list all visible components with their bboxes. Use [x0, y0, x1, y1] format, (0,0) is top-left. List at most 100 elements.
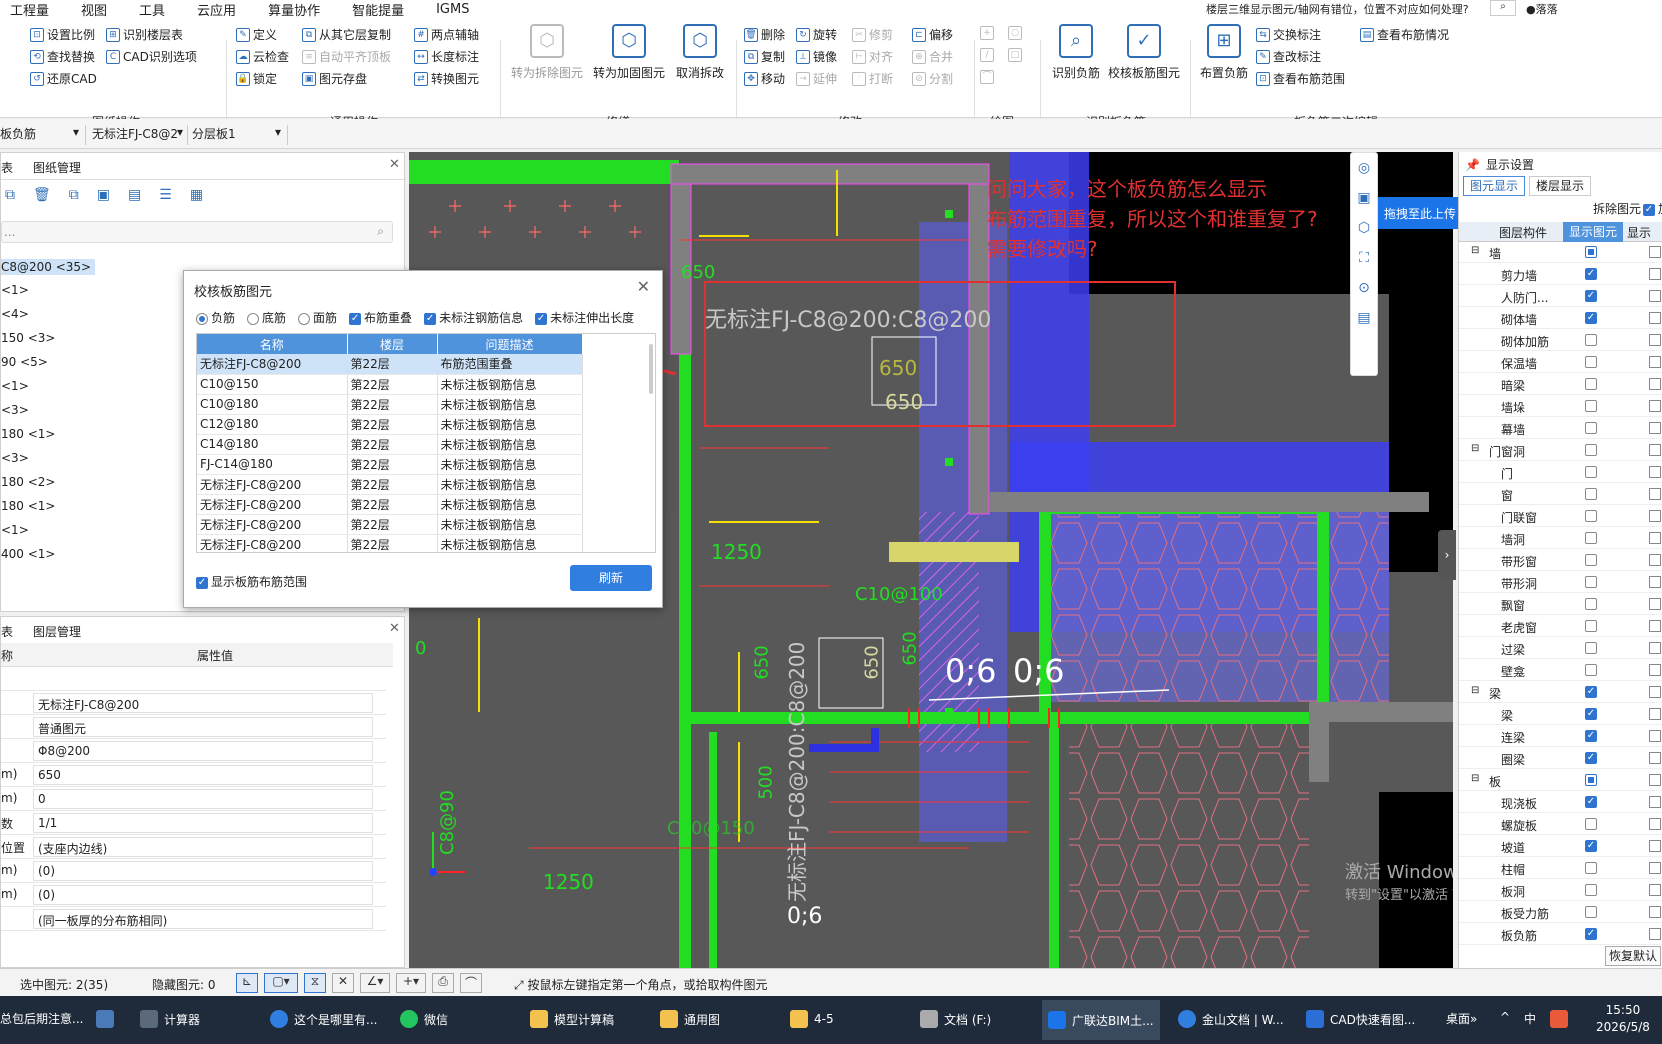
table-row[interactable]: 无标注FJ-C8@200 第22层 布筋范围重叠 — [197, 354, 583, 375]
display-checkbox-2[interactable] — [1649, 708, 1661, 720]
demolish-filter[interactable]: 拆除图元 — [1593, 200, 1641, 217]
display-checkbox[interactable]: ✓ — [1585, 312, 1597, 324]
notes-icon[interactable]: ▤ — [1351, 303, 1377, 333]
display-checkbox[interactable] — [1585, 554, 1597, 566]
tree-row[interactable]: 墙洞 — [1459, 528, 1662, 549]
taskbar-item[interactable]: CAD快速看图... — [1306, 1010, 1415, 1028]
display-checkbox-2[interactable] — [1649, 642, 1661, 654]
cross-icon[interactable]: ✕ — [332, 973, 354, 993]
collapse-panel-button[interactable]: › — [1438, 530, 1456, 580]
tree-row[interactable]: 门联窗 — [1459, 506, 1662, 527]
display-checkbox-2[interactable] — [1649, 906, 1661, 918]
split-button[interactable]: ⊘ 分割 — [912, 70, 953, 87]
tab-layer-management[interactable]: 图层管理 — [33, 623, 81, 640]
display-checkbox-2[interactable] — [1649, 290, 1661, 302]
tab-drawing-management[interactable]: 图纸管理 — [33, 159, 81, 176]
aux-axis-button[interactable]: # 两点辅轴 — [414, 26, 479, 43]
table-row[interactable]: 无标注FJ-C8@200 第22层 未标注板钢筋信息 — [197, 534, 583, 552]
taskbar-item[interactable]: 计算器 — [140, 1010, 200, 1028]
tree-row[interactable]: 板洞 — [1459, 880, 1662, 901]
edit-annotation-button[interactable]: ✎ 查改标注 — [1256, 48, 1321, 65]
move-button[interactable]: ✥ 移动 — [744, 70, 785, 87]
search-input[interactable]: ... ⌕ — [1, 221, 393, 243]
view-rebar-range-button[interactable]: ⊡ 查看布筋范围 — [1256, 70, 1345, 87]
list-item[interactable]: 400 <1> — [1, 547, 55, 561]
table-row[interactable]: C12@180 第22层 未标注板钢筋信息 — [197, 414, 583, 435]
taskbar-item[interactable]: 金山文档 | W... — [1178, 1010, 1284, 1028]
layer-icon[interactable]: ▣ — [1351, 183, 1377, 213]
display-checkbox[interactable] — [1585, 884, 1597, 896]
layer-select[interactable]: 分层板1 ▾ — [192, 125, 288, 145]
display-checkbox[interactable] — [1585, 444, 1597, 456]
taskbar-item[interactable]: 文档 (F:) — [920, 1010, 991, 1028]
desktop-button[interactable]: 桌面 » — [1446, 1010, 1477, 1027]
menu-item-cloud[interactable]: 云应用 — [197, 0, 236, 19]
display-checkbox[interactable] — [1585, 466, 1597, 478]
taskbar-item[interactable]: 通用图 — [660, 1010, 720, 1028]
property-row[interactable]: 无标注FJ-C8@200 — [1, 691, 386, 715]
tree-row[interactable]: 砌体墙 ✓ — [1459, 308, 1662, 329]
tree-row[interactable]: 砌体加筋 — [1459, 330, 1662, 351]
display-checkbox[interactable] — [1585, 356, 1597, 368]
reinforce-filter[interactable]: ✓加 — [1643, 200, 1662, 217]
new-icon[interactable]: ⧉ — [5, 187, 15, 203]
display-checkbox-2[interactable] — [1649, 268, 1661, 280]
tree-row[interactable]: 带形洞 — [1459, 572, 1662, 593]
taskbar-item[interactable]: 4-5 — [790, 1010, 834, 1028]
taskbar-item[interactable]: 总包后期注意... — [0, 1010, 83, 1027]
property-row[interactable]: 普通图元 — [1, 715, 386, 739]
restore-cad-button[interactable]: ↺ 还原CAD — [30, 70, 97, 87]
display-checkbox[interactable] — [1585, 906, 1597, 918]
table-row[interactable]: C14@180 第22层 未标注板钢筋信息 — [197, 434, 583, 455]
display-checkbox[interactable] — [1585, 664, 1597, 676]
tree-row[interactable]: 幕墙 — [1459, 418, 1662, 439]
display-checkbox[interactable] — [1585, 378, 1597, 390]
list-item[interactable]: <1> — [1, 283, 29, 297]
display-checkbox-2[interactable] — [1649, 598, 1661, 610]
table-row[interactable]: 无标注FJ-C8@200 第22层 未标注板钢筋信息 — [197, 474, 583, 495]
length-dim-button[interactable]: ↔ 长度标注 — [414, 48, 479, 65]
tree-row[interactable]: 剪力墙 ✓ — [1459, 264, 1662, 285]
merge-button[interactable]: ⊕ 合并 — [912, 48, 953, 65]
pin-icon[interactable]: 📌 — [1465, 158, 1480, 172]
display-checkbox-2[interactable] — [1649, 510, 1661, 522]
taskbar-item-icon-only[interactable] — [96, 1010, 120, 1028]
list-item[interactable]: <1> — [1, 523, 29, 537]
delete-button[interactable]: 🗑 删除 — [744, 26, 785, 43]
rotate-button[interactable]: ↻ 旋转 — [796, 26, 837, 43]
search-icon[interactable]: ⌕ — [1490, 0, 1516, 16]
collapse-icon[interactable]: ⊟ — [1471, 773, 1479, 784]
tree-row[interactable]: ⊟ 墙 — [1459, 242, 1662, 263]
view-rebar-status-button[interactable]: ▤ 查看布筋情况 — [1360, 26, 1449, 43]
tab-floor-display[interactable]: 楼层显示 — [1529, 176, 1591, 196]
tray-up-icon[interactable]: ^ — [1500, 1010, 1510, 1024]
extend-button[interactable]: → 延伸 — [796, 70, 837, 87]
place-negative-rebar-button[interactable]: ⊞ 布置负筋 — [1198, 24, 1250, 81]
property-row[interactable]: 数 1/1 — [1, 811, 386, 835]
tree-row[interactable]: 暗梁 — [1459, 374, 1662, 395]
auto-align-top-button[interactable]: ≡ 自动平齐顶板 — [302, 48, 391, 65]
close-icon[interactable]: ✕ — [389, 157, 400, 172]
taskbar-item[interactable]: 模型计算稿 — [530, 1010, 614, 1028]
offset-button[interactable]: ⊏ 偏移 — [912, 26, 953, 43]
sort-icon[interactable]: ▦ — [190, 187, 203, 203]
delete-icon[interactable]: 🗑 — [33, 187, 51, 203]
mirror-button[interactable]: ⟂ 镜像 — [796, 48, 837, 65]
tree-row[interactable]: 壁龛 — [1459, 660, 1662, 681]
display-checkbox-2[interactable] — [1649, 862, 1661, 874]
cad-options-button[interactable]: C CAD识别选项 — [106, 48, 197, 65]
tree-row[interactable]: 螺旋板 — [1459, 814, 1662, 835]
display-checkbox[interactable] — [1585, 400, 1597, 412]
display-checkbox[interactable] — [1585, 620, 1597, 632]
taskbar-item-active[interactable]: 广联达BIM土... — [1042, 1000, 1160, 1040]
tree-row[interactable]: 板受力筋 — [1459, 902, 1662, 923]
display-checkbox[interactable] — [1585, 334, 1597, 346]
identify-negative-rebar-button[interactable]: ⌕ 识别负筋 — [1046, 24, 1106, 81]
user-name[interactable]: ●落落 — [1526, 1, 1558, 17]
collapse-icon[interactable]: ⊟ — [1471, 443, 1479, 454]
display-checkbox[interactable] — [1585, 774, 1597, 786]
display-checkbox-2[interactable] — [1649, 576, 1661, 588]
convert-reinforce-button[interactable]: ⬡ 转为加固图元 — [590, 24, 668, 81]
draw-circle-button[interactable]: ○ — [1008, 26, 1025, 40]
display-checkbox-2[interactable] — [1649, 752, 1661, 764]
